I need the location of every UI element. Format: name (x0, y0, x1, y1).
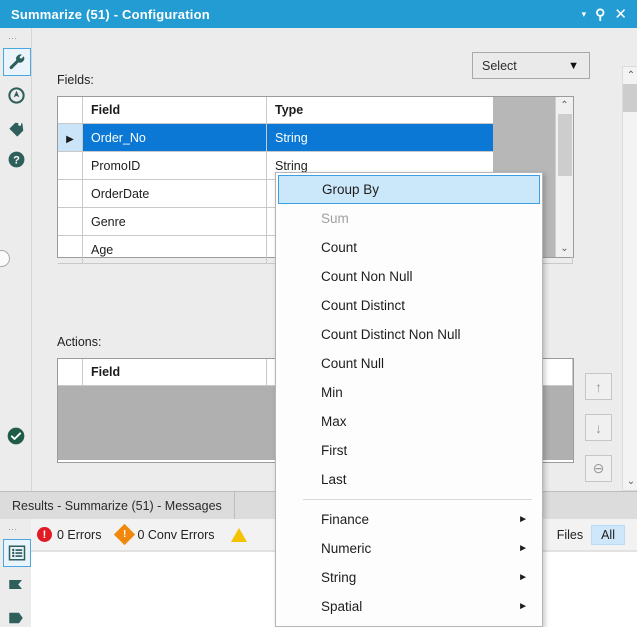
menu-item-group-by[interactable]: Group By (278, 175, 540, 204)
chevron-right-icon: ► (518, 514, 528, 525)
chevron-right-icon: ► (518, 572, 528, 583)
svg-text:?: ? (13, 154, 20, 166)
rail-drag-dots[interactable]: ⋯ (8, 34, 31, 43)
actions-col-field: Field (82, 359, 267, 386)
scrollbar-thumb[interactable] (557, 114, 572, 176)
menu-item-min[interactable]: Min (276, 378, 542, 407)
error-icon: ! (37, 527, 52, 542)
check-circle-icon (6, 426, 26, 449)
tag-icon[interactable] (3, 114, 29, 140)
select-dropdown[interactable]: Select ▼ (472, 52, 590, 79)
pin-icon[interactable]: ⚲ (595, 7, 605, 21)
menu-item-sum: Sum (321, 211, 349, 226)
remove-button[interactable]: ⊖ (585, 455, 612, 482)
messages-list-icon[interactable] (3, 539, 31, 567)
select-dropdown-value: Select (482, 58, 517, 73)
page-title: Summarize (51) - Configuration (11, 6, 210, 22)
menu-item-count[interactable]: Count (276, 233, 542, 262)
warnings-status[interactable] (230, 527, 247, 542)
results-left-rail: ⋯ (0, 519, 32, 627)
conv-errors-status[interactable]: ! 0 Conv Errors (114, 523, 215, 546)
fields-col-field: Field (82, 97, 267, 124)
menu-item-count-null[interactable]: Count Null (276, 349, 542, 378)
panel-splitter-handle[interactable] (0, 250, 10, 267)
row-field: Genre (82, 207, 267, 236)
menu-item-numeric[interactable]: Numeric ► (276, 534, 542, 563)
menu-item-last[interactable]: Last (276, 465, 542, 494)
row-field: OrderDate (82, 179, 267, 208)
window-title-bar: Summarize (51) - Configuration ▾ ⚲ ✕ (0, 0, 637, 28)
menu-item-finance[interactable]: Finance ► (276, 505, 542, 534)
menu-item-count-non-null[interactable]: Count Non Null (276, 262, 542, 291)
menu-item-finance-label: Finance (321, 512, 370, 527)
all-filter-button[interactable]: All (591, 524, 625, 545)
menu-item-string[interactable]: String ► (276, 563, 542, 592)
scroll-down-icon[interactable]: ⌄ (560, 240, 568, 257)
help-icon[interactable]: ? (3, 146, 29, 172)
row-marker (58, 179, 83, 208)
move-down-button[interactable]: ↓ (585, 414, 612, 441)
wrench-icon[interactable] (3, 48, 31, 76)
warning-icon (230, 527, 247, 542)
scroll-up-icon[interactable]: ⌃ (560, 97, 568, 114)
row-marker: ▶ (58, 123, 83, 152)
menu-item-max[interactable]: Max (276, 407, 542, 436)
row-field: PromoID (82, 151, 267, 180)
row-marker (58, 235, 83, 264)
fields-label: Fields: (57, 73, 94, 87)
menu-item-count-distinct[interactable]: Count Distinct (276, 291, 542, 320)
tag-shape-icon[interactable] (3, 605, 29, 627)
move-up-button[interactable]: ↑ (585, 373, 612, 400)
fields-table-scrollbar[interactable]: ⌃ ⌄ (555, 97, 573, 257)
row-marker (58, 207, 83, 236)
files-label: Files (556, 527, 584, 542)
conv-errors-label: 0 Conv Errors (137, 527, 215, 542)
config-left-rail: ⋯ ? (0, 28, 32, 491)
menu-item-first[interactable]: First (276, 436, 542, 465)
files-filter-group: Files All (556, 524, 625, 545)
close-icon[interactable]: ✕ (614, 7, 627, 22)
target-icon[interactable] (3, 82, 29, 108)
flag-icon[interactable] (3, 573, 29, 599)
errors-status[interactable]: ! 0 Errors (37, 527, 101, 542)
conv-error-icon: ! (114, 523, 136, 546)
menu-separator (302, 499, 532, 500)
actions-label: Actions: (57, 335, 102, 349)
actions-col-marker (58, 359, 83, 386)
menu-item-string-label: String (321, 570, 357, 585)
tab-results-messages[interactable]: Results - Summarize (51) - Messages (0, 492, 235, 520)
chevron-right-icon: ► (518, 601, 528, 612)
summarize-configuration-window: Summarize (51) - Configuration ▾ ⚲ ✕ ⋯ ?… (0, 0, 637, 627)
results-rail-drag-dots[interactable]: ⋯ (8, 525, 31, 534)
menu-item-count-distinct-non-null[interactable]: Count Distinct Non Null (276, 320, 542, 349)
fields-col-marker (58, 97, 83, 124)
menu-item-spatial[interactable]: Spatial ► (276, 592, 542, 621)
scroll-down-icon[interactable]: ⌄ (627, 473, 635, 490)
chevron-down-icon[interactable]: ▾ (582, 9, 587, 19)
menu-item-spatial-label: Spatial (321, 599, 363, 614)
window-controls: ▾ ⚲ ✕ (582, 7, 627, 22)
errors-label: 0 Errors (57, 527, 102, 542)
menu-item-numeric-label: Numeric (321, 541, 372, 556)
actions-side-buttons: ↑ ↓ ⊖ (585, 373, 612, 482)
scrollbar-thumb[interactable] (623, 84, 637, 112)
config-panel-scrollbar[interactable]: ⌃ ⌄ (622, 66, 637, 491)
chevron-down-icon: ▼ (568, 59, 579, 72)
chevron-right-icon: ► (518, 543, 528, 554)
aggregation-context-menu[interactable]: Group By Sum Count Count Non Null Count … (275, 172, 543, 627)
row-field: Order_No (82, 123, 267, 152)
row-field: Age (82, 235, 267, 264)
scrollbar-track[interactable] (558, 176, 572, 240)
scroll-up-icon[interactable]: ⌃ (627, 67, 635, 84)
row-marker (58, 151, 83, 180)
